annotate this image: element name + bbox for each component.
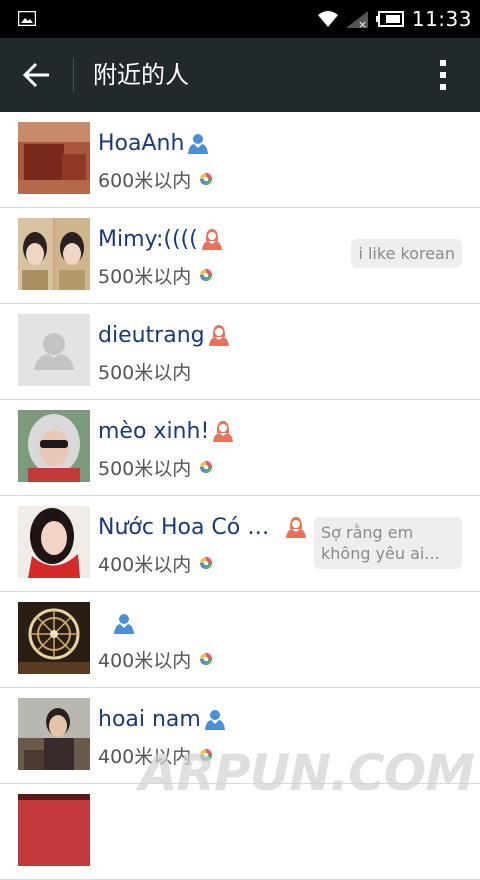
arrow-left-icon [23,62,49,88]
person-name: Nước Hoa Có Đ... [98,514,282,540]
person-name: HoaAnh [98,130,185,156]
moments-icon [200,269,213,281]
list-item[interactable]: HoaAnh 600米以内 [0,112,480,208]
list-item[interactable]: dieutrang 500米以内 [0,304,480,400]
status-bar: × 11:33 [0,0,480,38]
avatar [18,410,90,482]
distance-label: 400米以内 [98,649,192,672]
signature-bubble: Sợ rằng em không yêu ai... [314,517,462,569]
male-icon [114,614,134,634]
person-name: dieutrang [98,322,205,348]
overflow-menu-button[interactable] [428,54,458,96]
male-icon [204,710,225,730]
list-item[interactable]: mèo xinh! 500米以内 [0,400,480,496]
distance-label: 500米以内 [98,361,192,384]
distance-label: 600米以内 [98,169,192,192]
signature-bubble: i like korean [351,239,462,268]
list-item[interactable]: Nước Hoa Có Đ... 400米以内 Sợ rằng em không… [0,496,480,592]
watermark: ARPUN.COM [138,744,475,802]
distance-label: 400米以内 [98,553,192,576]
moments-icon [200,173,213,185]
page-title: 附近的人 [93,61,189,89]
person-name: Mimy:(((( [98,226,198,252]
app-bar-divider [73,58,74,92]
male-icon [188,134,209,154]
app-bar: 附近的人 [0,38,480,112]
avatar [18,698,90,770]
avatar [18,506,90,578]
list-item[interactable]: 400米以内 [0,592,480,688]
distance-label: 500米以内 [98,265,192,288]
gallery-notification-icon [18,11,36,26]
wifi-icon [317,11,338,27]
avatar [18,218,90,290]
more-vertical-icon [440,60,446,90]
female-icon [201,229,222,250]
signal-icon: × [345,11,368,29]
female-icon [208,325,229,346]
moments-icon [200,653,213,665]
female-icon [213,421,234,442]
distance-label: 500米以内 [98,457,192,480]
female-icon [286,517,306,538]
moments-icon [200,461,213,473]
battery-icon [375,11,404,27]
clock: 11:33 [411,7,472,31]
person-name: hoai nam [98,706,201,732]
avatar [18,602,90,674]
back-button[interactable] [12,50,62,100]
svg-text:×: × [358,18,367,29]
default-avatar [18,314,90,386]
avatar [18,122,90,194]
person-name: mèo xinh! [98,418,210,444]
list-item[interactable]: Mimy:(((( 500米以内 i like korean [0,208,480,304]
avatar [18,794,90,866]
moments-icon [200,557,213,569]
